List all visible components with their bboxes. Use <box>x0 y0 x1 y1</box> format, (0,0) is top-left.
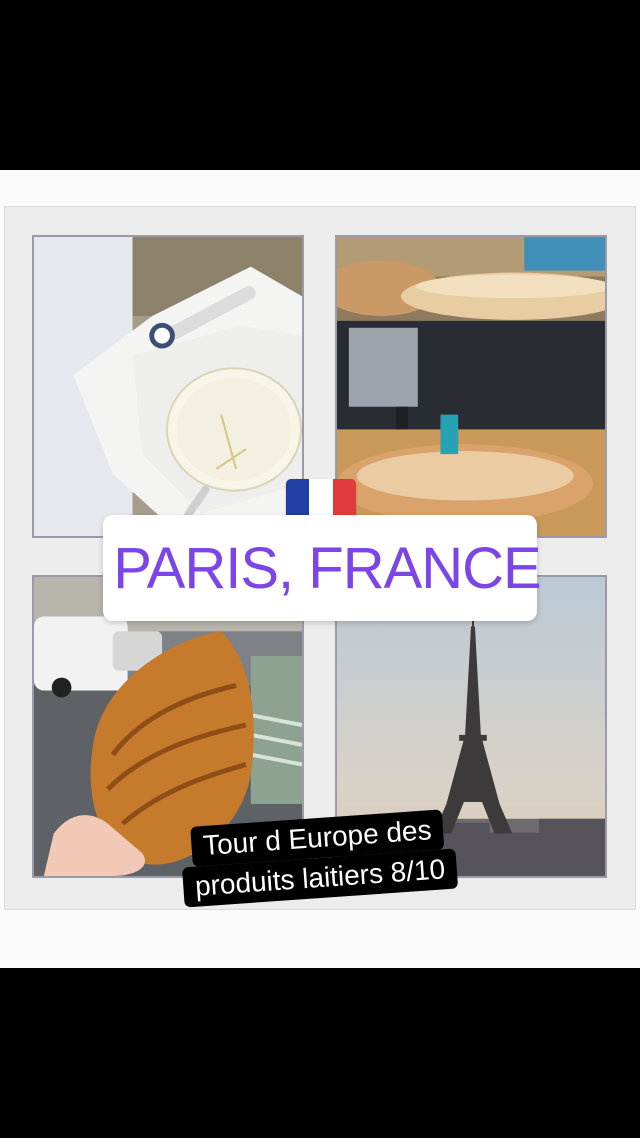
camembert-cheese-photo <box>32 235 304 538</box>
location-label: PARIS, FRANCE <box>113 535 541 601</box>
caption-text-sticker: Tour d Europe des produits laitiers 8/10 <box>166 808 474 947</box>
baguette-bread-photo <box>335 235 607 538</box>
location-sticker[interactable]: PARIS, FRANCE <box>103 515 542 621</box>
